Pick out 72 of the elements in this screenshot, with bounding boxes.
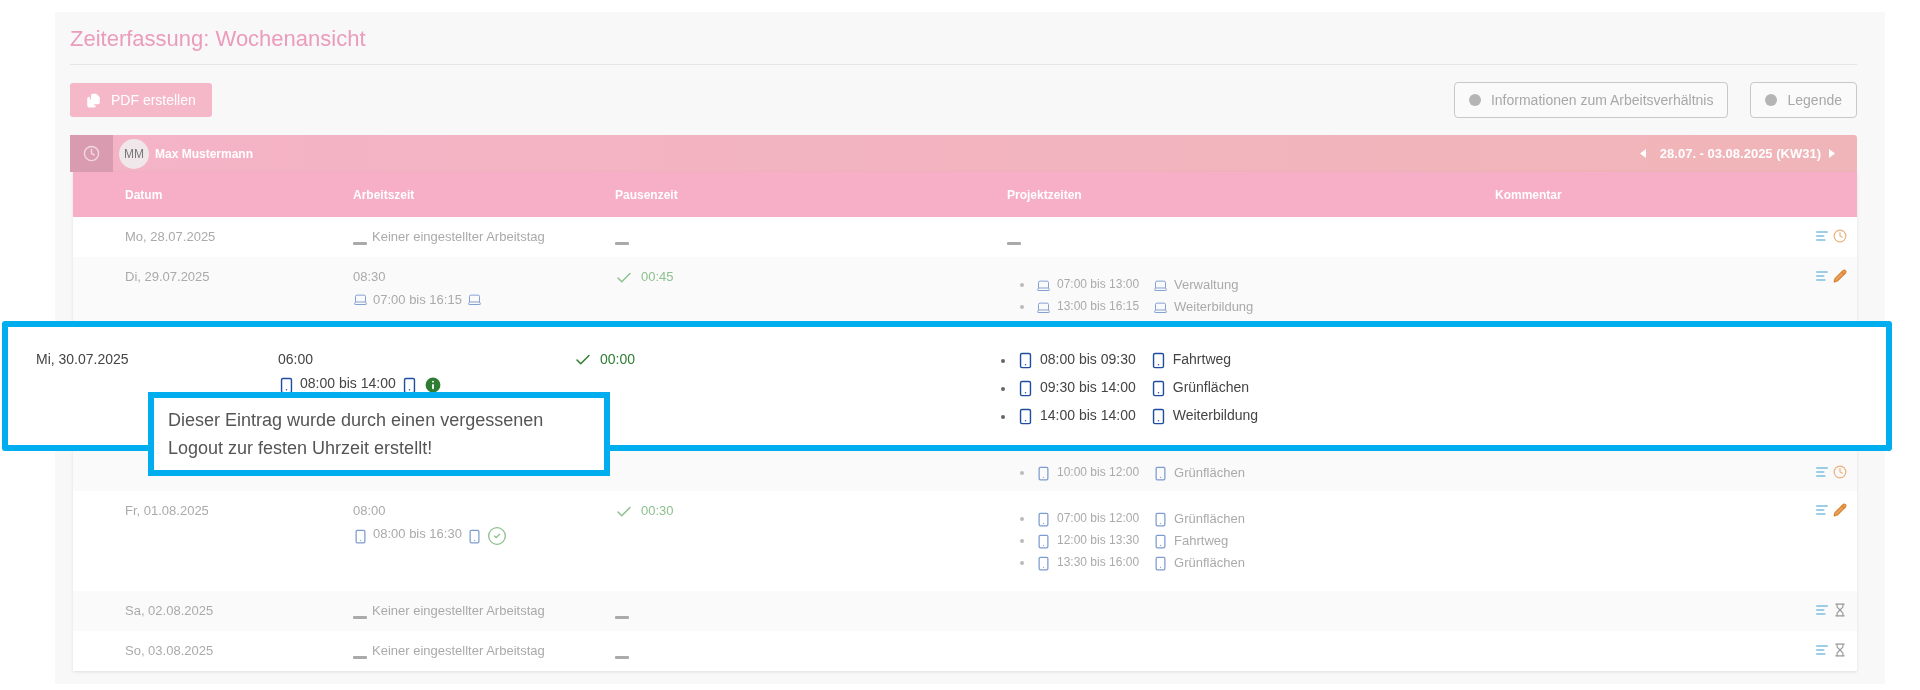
time-range: 08:00 bis 09:30 xyxy=(1040,351,1136,367)
tooltip: Dieser Eintrag wurde durch einen vergessenen Logout zur festen Uhrzeit erstellt! xyxy=(148,392,610,476)
no-workday-text: Keiner eingestellter Arbeitstag xyxy=(372,603,545,618)
comment-icon[interactable] xyxy=(1815,643,1829,657)
column-header: Pausenzeit xyxy=(615,187,679,202)
dash-icon xyxy=(615,655,629,659)
date-text: Fr, 01.08.2025 xyxy=(125,503,209,518)
date-text: Sa, 02.08.2025 xyxy=(125,603,214,618)
hours-text: 06:00 xyxy=(278,351,314,367)
comment-icon[interactable] xyxy=(1815,269,1829,283)
project-name: Fahrtweg xyxy=(1174,533,1229,548)
pause-text: 00:00 xyxy=(600,351,636,367)
column-header: Projektzeiten xyxy=(1007,187,1083,202)
pause-text: 00:30 xyxy=(641,503,674,518)
comment-icon[interactable] xyxy=(1815,229,1829,243)
date-text: Mo, 28.07.2025 xyxy=(125,229,216,244)
date-text: Di, 29.07.2025 xyxy=(125,269,210,284)
hourglass-icon[interactable] xyxy=(1833,603,1847,617)
column-header: Arbeitszeit xyxy=(353,187,416,202)
date-text: Mi, 30.07.2025 xyxy=(36,351,129,367)
project-name: Verwaltung xyxy=(1174,277,1239,292)
files-icon xyxy=(86,92,101,108)
pause-text: 00:45 xyxy=(641,269,674,284)
column-header: Datum xyxy=(125,187,164,202)
avatar: MM xyxy=(119,138,149,169)
time-range: 10:00 bis 12:00 xyxy=(1057,465,1140,479)
time-range: 13:30 bis 16:00 xyxy=(1057,555,1140,569)
project-name: Grünflächen xyxy=(1174,511,1245,526)
project-name: Grünflächen xyxy=(1172,379,1250,395)
no-workday-text: Keiner eingestellter Arbeitstag xyxy=(372,229,545,244)
page-title: Zeiterfassung: Wochenansicht xyxy=(70,26,1857,65)
info-button[interactable]: Legende xyxy=(1750,82,1857,118)
time-range: 08:00 bis 14:00 xyxy=(300,375,396,391)
project-name: Fahrtweg xyxy=(1172,351,1232,367)
info-button[interactable]: Informationen zum Arbeitsverhältnis xyxy=(1453,82,1729,118)
no-workday-text: Keiner eingestellter Arbeitstag xyxy=(372,643,545,658)
pencil-icon[interactable] xyxy=(1833,269,1847,283)
pdf-button[interactable]: PDF erstellen xyxy=(70,83,212,117)
hours-text: 08:00 xyxy=(353,503,386,518)
clock-icon[interactable] xyxy=(1833,465,1847,479)
comment-icon[interactable] xyxy=(1815,603,1829,617)
comment-icon[interactable] xyxy=(1815,465,1829,479)
dash-icon xyxy=(615,615,629,619)
time-range: 09:30 bis 14:00 xyxy=(1040,379,1136,395)
dash-icon xyxy=(615,241,629,245)
clock-icon[interactable] xyxy=(1833,229,1847,243)
time-range: 07:00 bis 16:15 xyxy=(373,292,462,307)
comment-icon[interactable] xyxy=(1815,503,1829,517)
dash-icon xyxy=(353,655,367,659)
caret-right-icon xyxy=(1829,149,1835,158)
caret-left-icon xyxy=(1639,149,1646,158)
dash-icon xyxy=(353,241,367,245)
time-range: 14:00 bis 14:00 xyxy=(1040,407,1136,423)
user-name: Max Mustermann xyxy=(155,146,254,161)
project-name: Weiterbildung xyxy=(1172,407,1259,423)
time-range: 07:00 bis 12:00 xyxy=(1057,511,1140,525)
dash-icon xyxy=(353,615,367,619)
pencil-icon[interactable] xyxy=(1833,503,1847,517)
time-range: 12:00 bis 13:30 xyxy=(1057,533,1140,547)
date-text: So, 03.08.2025 xyxy=(125,643,214,658)
project-name: Grünflächen xyxy=(1174,555,1245,570)
time-range: 13:00 bis 16:15 xyxy=(1057,299,1140,313)
project-name: Grünflächen xyxy=(1174,465,1245,480)
hourglass-icon[interactable] xyxy=(1833,643,1847,657)
column-header: Kommentar xyxy=(1495,187,1563,202)
clock-icon xyxy=(83,145,100,162)
time-range: 08:00 bis 16:30 xyxy=(373,526,462,541)
clock-button[interactable] xyxy=(70,135,113,172)
week-range: 28.07. - 03.08.2025 (KW31) xyxy=(1659,146,1821,161)
hours-text: 08:30 xyxy=(353,269,386,284)
time-range: 07:00 bis 13:00 xyxy=(1057,277,1140,291)
project-name: Weiterbildung xyxy=(1174,299,1254,314)
